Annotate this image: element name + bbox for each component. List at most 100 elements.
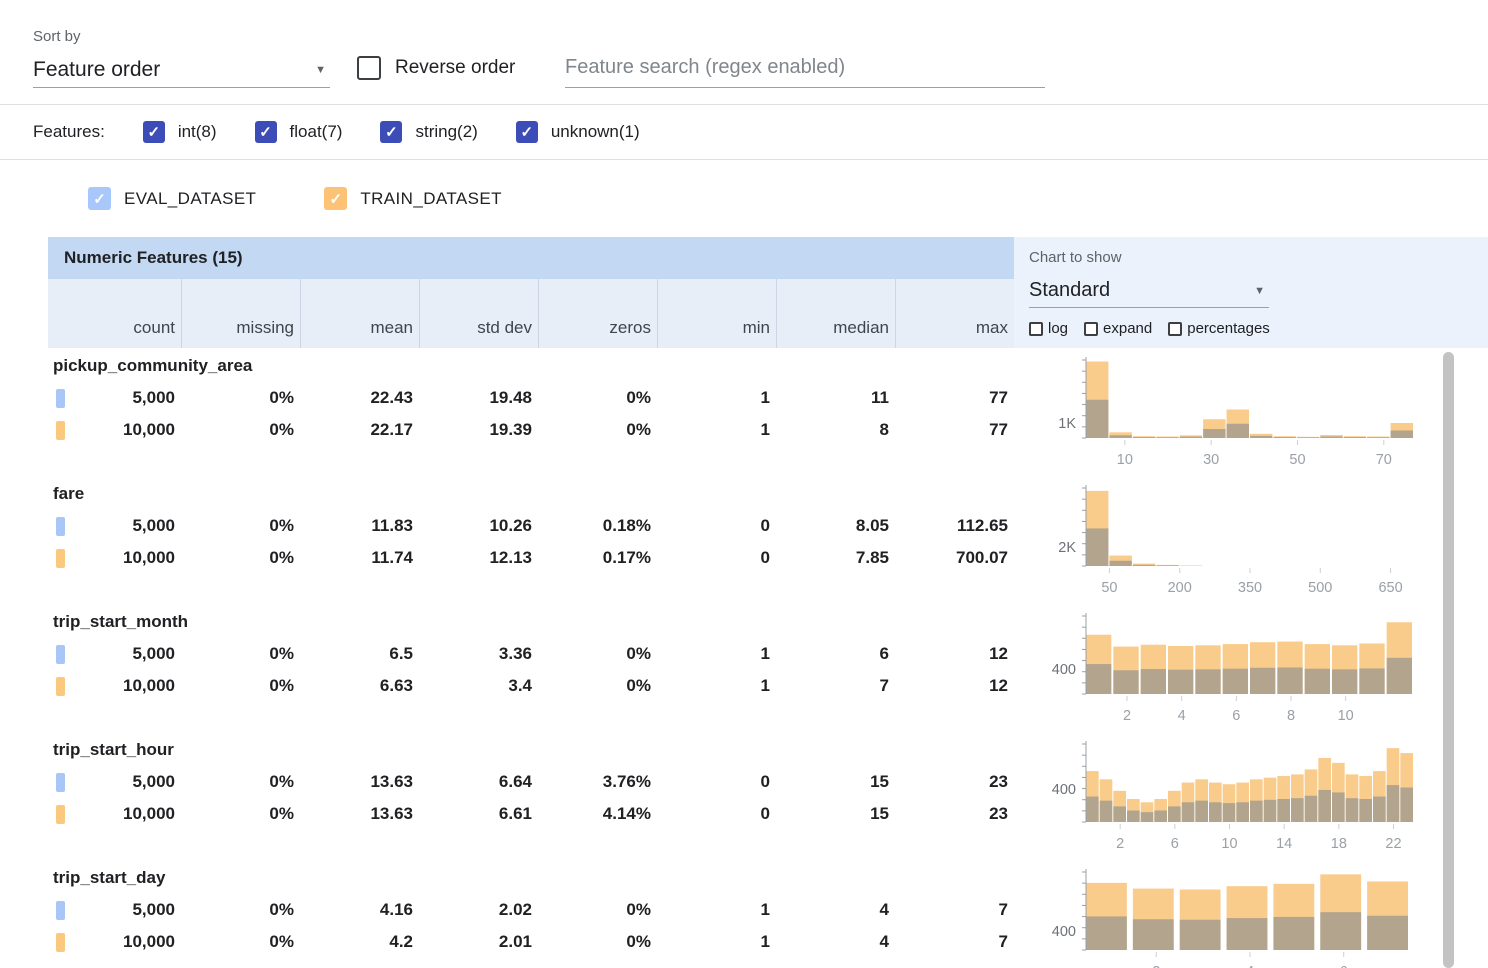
chart-to-show-label: Chart to show [1029, 249, 1488, 266]
column-header-count: count [48, 279, 181, 348]
svg-text:6: 6 [1340, 964, 1348, 968]
stat-value: 12 [895, 638, 1014, 670]
feature-search-input[interactable] [565, 48, 1045, 88]
svg-text:50: 50 [1101, 580, 1117, 596]
dataset-marker-eval-icon [56, 517, 65, 536]
stat-value: 23 [895, 798, 1014, 830]
table-title: Numeric Features (15) [48, 237, 1014, 279]
svg-text:18: 18 [1331, 836, 1347, 852]
stat-value: 0% [538, 414, 657, 446]
feature-chart-trip_start_hour: 4002610141822 [1014, 738, 1488, 866]
stat-value: 6.63 [300, 670, 419, 702]
stat-value: 0% [538, 894, 657, 926]
checkbox-unchecked-icon [1029, 322, 1043, 336]
stat-value: 112.65 [895, 510, 1014, 542]
feature-type-label: int(8) [178, 122, 217, 142]
stat-value: 0 [657, 510, 776, 542]
feature-chart-pickup_community_area: 1K10305070 [1014, 354, 1488, 482]
stat-row-train: 10,0000%11.7412.130.17%07.85700.07 [48, 542, 1014, 574]
svg-text:2K: 2K [1058, 540, 1076, 556]
svg-text:350: 350 [1238, 580, 1262, 596]
stat-value: 10,000 [48, 670, 181, 702]
stat-row-eval: 5,0000%22.4319.480%11177 [48, 382, 1014, 414]
stat-value: 1 [657, 894, 776, 926]
chart-option-percentages[interactable]: percentages [1168, 320, 1270, 337]
column-header-row: countmissingmeanstd devzerosminmedianmax [48, 279, 1014, 348]
stat-value: 0% [181, 382, 300, 414]
stat-value: 0% [181, 542, 300, 574]
stat-value: 4 [776, 894, 895, 926]
column-header-max: max [895, 279, 1014, 348]
stat-value: 1 [657, 670, 776, 702]
stat-value: 7 [776, 670, 895, 702]
dataset-checkbox-train[interactable]: ✓TRAIN_DATASET [324, 187, 502, 210]
svg-text:10: 10 [1338, 708, 1354, 724]
stat-value: 0% [181, 798, 300, 830]
feature-type-checkbox-string[interactable]: ✓string(2) [380, 121, 477, 143]
stat-value: 2.01 [419, 926, 538, 958]
chart-list: 1K103050702K5020035050065040024681040026… [1014, 354, 1488, 968]
feature-chart-trip_start_day: 400246 [1014, 866, 1488, 968]
chart-type-select[interactable]: Standard ▼ [1029, 274, 1269, 308]
features-label: Features: [33, 122, 105, 142]
reverse-order-checkbox[interactable]: Reverse order [357, 56, 515, 80]
stat-value: 10,000 [48, 414, 181, 446]
chart-option-expand[interactable]: expand [1084, 320, 1152, 337]
chevron-down-icon: ▼ [1254, 285, 1269, 297]
stat-value: 77 [895, 414, 1014, 446]
dataset-marker-train-icon [56, 677, 65, 696]
stat-value: 23 [895, 766, 1014, 798]
dataset-marker-eval-icon [56, 773, 65, 792]
stat-value: 0% [181, 926, 300, 958]
stat-value: 15 [776, 766, 895, 798]
stat-value: 0% [538, 638, 657, 670]
feature-type-checkbox-unknown[interactable]: ✓unknown(1) [516, 121, 640, 143]
svg-text:400: 400 [1052, 782, 1076, 798]
stat-row-eval: 5,0000%6.53.360%1612 [48, 638, 1014, 670]
stat-value: 22.17 [300, 414, 419, 446]
column-header-min: min [657, 279, 776, 348]
stat-value: 6.5 [300, 638, 419, 670]
column-header-median: median [776, 279, 895, 348]
stat-value: 0% [538, 926, 657, 958]
feature-table: Numeric Features (15) countmissingmeanst… [0, 237, 1488, 968]
stat-value: 4 [776, 926, 895, 958]
feature-name: fare [48, 480, 1014, 510]
dataset-label: EVAL_DATASET [124, 189, 256, 209]
dataset-marker-train-icon [56, 549, 65, 568]
feature-type-checkbox-int[interactable]: ✓ int(8) [143, 121, 217, 143]
stat-value: 5,000 [48, 766, 181, 798]
chart-option-log[interactable]: log [1029, 320, 1068, 337]
stat-value: 0% [181, 414, 300, 446]
stat-value: 7 [895, 894, 1014, 926]
feature-chart-fare: 2K50200350500650 [1014, 482, 1488, 610]
stat-value: 0 [657, 542, 776, 574]
svg-text:30: 30 [1203, 452, 1219, 468]
stat-value: 5,000 [48, 510, 181, 542]
vertical-scrollbar[interactable] [1443, 352, 1454, 968]
feature-type-checkbox-float[interactable]: ✓float(7) [255, 121, 343, 143]
stat-value: 22.43 [300, 382, 419, 414]
svg-text:14: 14 [1276, 836, 1292, 852]
stat-value: 0% [538, 670, 657, 702]
stat-value: 6.61 [419, 798, 538, 830]
stat-value: 1 [657, 638, 776, 670]
chart-option-label: percentages [1187, 320, 1270, 337]
checkbox-unchecked-icon [1168, 322, 1182, 336]
dataset-checkbox-eval[interactable]: ✓EVAL_DATASET [88, 187, 256, 210]
sort-by-select[interactable]: Feature order ▼ [33, 52, 330, 88]
stat-value: 11 [776, 382, 895, 414]
feature-stats-trip_start_day: trip_start_day5,0000%4.162.020%14710,000… [48, 860, 1014, 968]
column-header-std-dev: std dev [419, 279, 538, 348]
dataset-marker-eval-icon [56, 645, 65, 664]
checkbox-checked-icon: ✓ [324, 187, 347, 210]
stat-value: 13.63 [300, 798, 419, 830]
stat-value: 19.39 [419, 414, 538, 446]
dataset-marker-eval-icon [56, 901, 65, 920]
checkbox-checked-icon: ✓ [143, 121, 165, 143]
sort-by-label: Sort by [33, 28, 81, 45]
charts-column: Chart to show Standard ▼ log expand percen… [1014, 237, 1488, 968]
feature-name: trip_start_hour [48, 736, 1014, 766]
stat-value: 5,000 [48, 638, 181, 670]
checkbox-checked-icon: ✓ [516, 121, 538, 143]
